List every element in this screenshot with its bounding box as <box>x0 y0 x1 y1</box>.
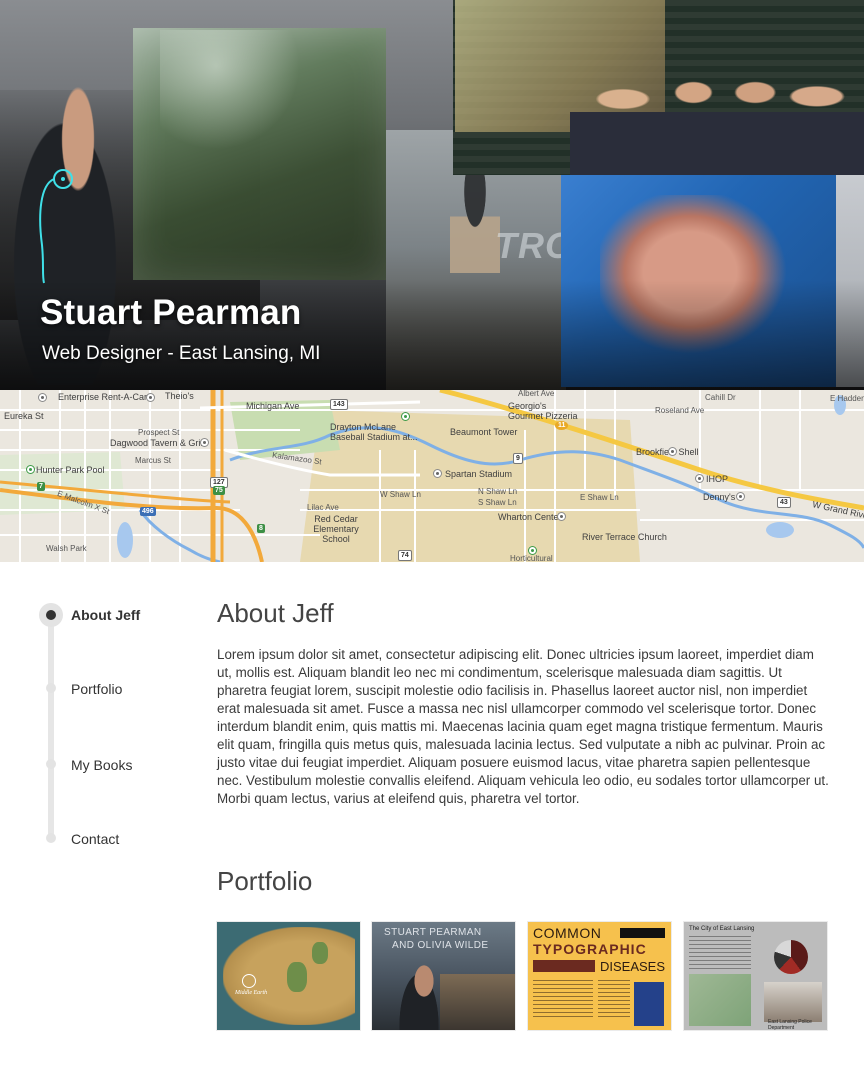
hero-subtitle: Web Designer - East Lansing, MI <box>42 343 321 364</box>
thumb-text-block <box>533 980 593 1020</box>
portfolio-item-poster[interactable]: STUART PEARMAN AND OLIVIA WILDE <box>372 922 515 1030</box>
map-pin <box>146 393 155 402</box>
map-label: Marcus St <box>135 456 172 465</box>
nav-item-contact[interactable]: Contact <box>71 831 119 847</box>
hero-photo-group <box>570 60 864 190</box>
map-label: Roseland Ave <box>655 406 705 415</box>
map-label: Albert Ave <box>518 390 555 398</box>
map-label: Hunter Park Pool <box>36 465 105 475</box>
nav-item-about[interactable]: About Jeff <box>71 607 140 623</box>
map-label: E Hadden <box>830 394 864 403</box>
map-label: Lilac Ave <box>307 503 339 512</box>
map-pin <box>26 465 35 474</box>
map-pin <box>736 492 745 501</box>
map-graphics <box>0 390 864 562</box>
hero-name: Stuart Pearman <box>40 293 302 332</box>
hero-photo-light <box>160 30 300 150</box>
map-label: W Shaw Ln <box>380 490 421 499</box>
thumb-text-block <box>689 936 751 970</box>
map-label: Enterprise Rent-A-Car <box>58 392 148 402</box>
map-label: Walsh Park <box>46 544 87 553</box>
map-pin <box>528 546 537 555</box>
map-label: Spartan Stadium <box>445 469 513 479</box>
thumb-text-block <box>598 980 630 1020</box>
nav-dot[interactable] <box>46 683 56 693</box>
map-label: Beaumont Tower <box>450 427 518 437</box>
map-pin <box>695 474 704 483</box>
hero-banner: TROIT Stuart Pearman Web Designer - East… <box>0 0 864 390</box>
thumb-title-line2: AND OLIVIA WILDE <box>392 940 489 951</box>
map-label: Drayton McLane Baseball Stadium at... <box>330 422 418 442</box>
nav-dot[interactable] <box>46 833 56 843</box>
thumb-word: COMMON <box>533 925 602 941</box>
portfolio-item-middle-earth-map[interactable]: Middle Earth <box>217 922 360 1030</box>
thumb-bar <box>533 960 595 972</box>
map-label: Theio's <box>165 391 194 401</box>
map-pin <box>668 447 677 456</box>
map-pin <box>401 412 410 421</box>
thumb-photo <box>764 982 822 1022</box>
thumb-bar <box>620 928 665 938</box>
thumb-color-block <box>634 982 664 1026</box>
thumb-word: DISEASES <box>600 959 666 974</box>
route-shield: 143 <box>330 399 348 410</box>
map-pin <box>38 393 47 402</box>
location-map[interactable]: Enterprise Rent-A-Car Theio's Michigan A… <box>0 390 864 562</box>
headphones-icon <box>36 165 78 290</box>
portfolio-item-city-east-lansing[interactable]: The City of East Lansing East Lansing Po… <box>684 922 827 1030</box>
about-title: About Jeff <box>217 598 334 628</box>
nav-timeline <box>48 612 54 842</box>
route-shield: 8 <box>257 524 265 533</box>
nav-dot[interactable] <box>46 759 56 769</box>
map-label: River Terrace Church <box>582 532 667 542</box>
about-body: Lorem ipsum dolor sit amet, consectetur … <box>217 647 829 806</box>
thumb-caption: East Lansing Police Department <box>768 1019 812 1030</box>
map-pin <box>557 512 566 521</box>
map-label: IHOP <box>706 474 729 484</box>
thumb-map <box>689 974 751 1026</box>
map-label: Georgio's Gourmet Pizzeria <box>508 401 578 421</box>
thumb-caption: Middle Earth <box>235 990 268 996</box>
nav-item-my-books[interactable]: My Books <box>71 757 132 773</box>
thumb-pie-chart <box>774 940 808 974</box>
map-pin <box>433 469 442 478</box>
map-label: Dagwood Tavern & Grill <box>110 438 205 448</box>
thumb-map-forest <box>312 942 328 964</box>
portfolio-item-typographic-diseases[interactable]: COMMON TYPOGRAPHIC DISEASES <box>528 922 671 1030</box>
nav-item-portfolio[interactable]: Portfolio <box>71 681 122 697</box>
compass-icon <box>242 974 256 988</box>
thumb-word: TYPOGRAPHIC <box>533 941 647 957</box>
map-label: Cahill Dr <box>705 393 736 402</box>
map-label: Horticultural <box>510 554 553 562</box>
map-label: Eureka St <box>4 411 44 421</box>
thumb-title-line1: STUART PEARMAN <box>384 927 482 938</box>
map-pin <box>200 438 209 447</box>
thumb-city <box>440 974 515 1030</box>
portfolio-title: Portfolio <box>217 866 313 896</box>
route-shield: 75 <box>213 486 225 495</box>
thumb-title: The City of East Lansing <box>689 926 755 932</box>
thumb-map-forest <box>287 962 307 992</box>
map-label: Michigan Ave <box>246 401 300 411</box>
map-label: Red Cedar Elementary School <box>313 514 359 544</box>
map-label: Denny's <box>703 492 736 502</box>
map-label: S Shaw Ln <box>478 498 517 507</box>
route-shield: 7 <box>37 482 45 491</box>
nav-dot-active[interactable] <box>39 603 63 627</box>
map-label: E Shaw Ln <box>580 493 619 502</box>
route-shield: 74 <box>398 550 412 561</box>
route-shield: 496 <box>140 507 156 516</box>
map-label: Prospect St <box>138 428 180 437</box>
thumb-portrait <box>394 960 444 1030</box>
map-label: N Shaw Ln <box>478 487 518 496</box>
map-label: Wharton Center <box>498 512 562 522</box>
route-shield: 9 <box>513 453 523 464</box>
route-shield: 43 <box>777 497 791 508</box>
